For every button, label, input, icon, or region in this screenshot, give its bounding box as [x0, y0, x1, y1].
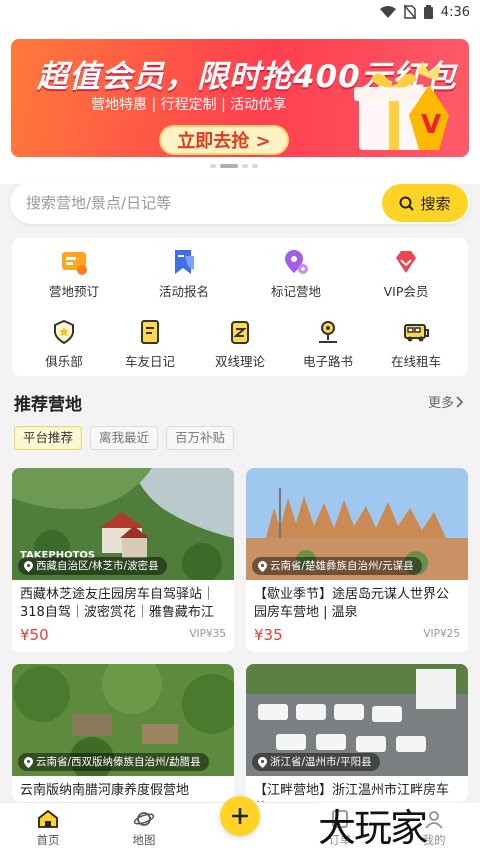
search-bar: 搜索 — [10, 182, 470, 224]
filter-platform-recommend[interactable]: 平台推荐 — [14, 426, 83, 450]
grid-item-theory[interactable]: 双线理论 — [190, 318, 290, 370]
search-input[interactable] — [26, 192, 376, 214]
function-grid: 营地预订 活动报名 标记营地 VIP会员 俱乐部 车友日记 双线理论 电子路书 … — [12, 238, 468, 376]
camp-name: 【歇业季节】途居岛元谋人世界公园房车营地 | 温泉 — [254, 587, 450, 620]
camp-card[interactable]: TAKEPHOTOS 西藏自治区/林芝市/波密县 西藏林芝途友庄园房车自驾驿站｜… — [12, 468, 234, 652]
battery-icon — [423, 5, 433, 19]
location-pin-icon — [24, 756, 33, 768]
home-icon — [38, 809, 58, 828]
promo-banner[interactable]: 超值会员，限时抢400元红包 营地特惠 | 行程定制 | 活动优享 立即去抢 >… — [11, 39, 469, 157]
tab-home[interactable]: 首页 — [18, 809, 78, 848]
banner-pager — [210, 164, 258, 168]
camp-card[interactable]: 浙江省/温州市/平阳县 【江畔营地】浙江温州市江畔房车营 — [246, 664, 468, 802]
grid-item-label: 营地预订 — [48, 284, 99, 299]
grid-item-diary[interactable]: 车友日记 — [100, 318, 200, 370]
club-shield-icon — [54, 319, 74, 345]
grid-item-label: 车友日记 — [124, 354, 175, 369]
search-button[interactable]: 搜索 — [382, 184, 468, 222]
banner-area: 超值会员，限时抢400元红包 营地特惠 | 行程定制 | 活动优享 立即去抢 >… — [0, 24, 480, 184]
add-fab-button[interactable] — [220, 796, 260, 836]
location-tag: 云南省/楚雄彝族自治州/元谋县 — [252, 557, 422, 575]
site-watermark: 大玩家 — [318, 802, 480, 854]
gift-box-icon: V — [354, 61, 449, 150]
chevron-right-icon — [456, 395, 464, 408]
grid-item-label: 在线租车 — [390, 354, 441, 369]
pager-dot-active — [220, 164, 238, 168]
tab-label: 首页 — [36, 833, 60, 847]
more-link[interactable]: 更多 — [428, 392, 464, 411]
grid-item-vip[interactable]: VIP会员 — [356, 248, 456, 300]
grid-item-label: 标记营地 — [270, 284, 321, 299]
location-text: 西藏自治区/林芝市/波密县 — [36, 560, 159, 572]
camp-photo: TAKEPHOTOS 西藏自治区/林芝市/波密县 — [12, 468, 234, 580]
camp-name: 西藏林芝途友庄园房车自驾驿站｜318自驾｜波密赏花｜雅鲁藏布江 — [20, 587, 216, 620]
status-bar: 4:36 — [0, 0, 480, 24]
event-signup-icon — [175, 250, 194, 274]
grid-item-rv-rental[interactable]: 在线租车 — [366, 318, 466, 370]
vip-diamond-icon — [396, 251, 416, 273]
search-icon — [399, 196, 415, 211]
camp-photo: 浙江省/温州市/平阳县 — [246, 664, 468, 776]
camp-name: 【江畔营地】浙江温州市江畔房车营 — [254, 783, 450, 802]
search-button-label: 搜索 — [420, 194, 451, 213]
camp-name: 云南版纳南腊河康养度假营地 — [20, 783, 190, 798]
grid-item-mark-camp[interactable]: 标记营地 — [246, 248, 346, 300]
grid-item-label: 双线理论 — [214, 354, 265, 369]
route-book-icon — [319, 321, 337, 343]
location-pin-icon — [24, 560, 33, 572]
tab-map[interactable]: 地图 — [114, 809, 174, 848]
grid-item-camp-booking[interactable]: 营地预订 — [24, 248, 124, 300]
camp-photo: 云南省/楚雄彝族自治州/元谋县 — [246, 468, 468, 580]
pager-dot — [242, 164, 248, 168]
filter-nearest[interactable]: 离我最近 — [90, 426, 159, 450]
theory-book-icon — [231, 321, 249, 344]
rv-rental-icon — [404, 324, 429, 342]
grid-item-route-book[interactable]: 电子路书 — [278, 318, 378, 370]
banner-subtitle: 营地特惠 | 行程定制 | 活动优享 — [91, 97, 287, 113]
location-text: 云南省/楚雄彝族自治州/元谋县 — [270, 560, 414, 572]
wifi-icon — [379, 6, 396, 18]
pager-dot — [210, 164, 216, 168]
camp-booking-icon — [62, 252, 87, 275]
camp-card[interactable]: 云南省/西双版纳傣族自治州/勐腊县 云南版纳南腊河康养度假营地 — [12, 664, 234, 802]
plus-icon — [232, 808, 248, 824]
location-pin-icon — [258, 756, 267, 768]
mark-camp-icon — [285, 250, 308, 274]
camp-card[interactable]: 云南省/楚雄彝族自治州/元谋县 【歇业季节】途居岛元谋人世界公园房车营地 | 温… — [246, 468, 468, 652]
filter-chips: 平台推荐 离我最近 百万补贴 — [14, 426, 235, 450]
svg-text:V: V — [421, 110, 441, 140]
camp-vip-price: VIP¥35 — [189, 628, 226, 640]
location-tag: 西藏自治区/林芝市/波密县 — [18, 557, 167, 575]
map-planet-icon — [133, 812, 155, 826]
location-text: 浙江省/温州市/平阳县 — [270, 756, 372, 768]
more-link-label: 更多 — [427, 396, 454, 411]
grid-item-club[interactable]: 俱乐部 — [14, 318, 114, 370]
filter-subsidy[interactable]: 百万补贴 — [166, 426, 235, 450]
grid-item-event-signup[interactable]: 活动报名 — [134, 248, 234, 300]
grid-item-label: 活动报名 — [158, 284, 209, 299]
location-tag: 云南省/西双版纳傣族自治州/勐腊县 — [18, 753, 209, 771]
tab-label: 地图 — [132, 833, 156, 847]
camp-price: ¥50 — [20, 626, 49, 644]
camp-vip-price: VIP¥25 — [423, 628, 460, 640]
diary-icon — [141, 320, 159, 344]
pager-dot — [252, 164, 258, 168]
location-tag: 浙江省/温州市/平阳县 — [252, 753, 380, 771]
location-text: 云南省/西双版纳傣族自治州/勐腊县 — [36, 756, 201, 768]
grid-item-label: 俱乐部 — [45, 354, 83, 369]
camp-price: ¥35 — [254, 626, 283, 644]
status-time: 4:36 — [440, 4, 470, 20]
camp-photo: 云南省/西双版纳傣族自治州/勐腊县 — [12, 664, 234, 776]
no-sim-icon — [403, 5, 416, 19]
location-pin-icon — [258, 560, 267, 572]
grid-item-label: VIP会员 — [383, 284, 429, 299]
section-title: 推荐营地 — [14, 395, 82, 415]
banner-cta-button[interactable]: 立即去抢 > — [159, 125, 289, 155]
grid-item-label: 电子路书 — [302, 354, 353, 369]
